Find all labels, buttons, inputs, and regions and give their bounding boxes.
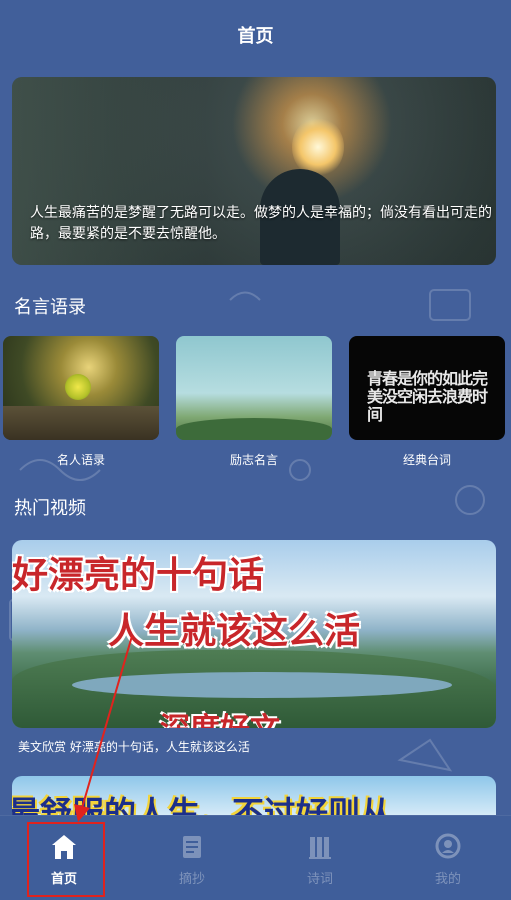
thumbnail-ground (3, 406, 159, 440)
category-label: 励志名言 (229, 453, 278, 467)
lightbulb-glow (292, 117, 344, 177)
bottom-tab-bar: 首页 摘抄 诗词 我的 (0, 815, 511, 900)
tab-label: 诗词 (306, 872, 333, 887)
video-overlay-line2: 人生就该这么活 (108, 610, 361, 652)
tab-home[interactable]: 首页 (0, 816, 128, 900)
motivational-thumbnail (176, 336, 332, 440)
category-label: 经典台词 (402, 453, 451, 467)
tab-poetry[interactable]: 诗词 (256, 816, 384, 900)
page-title: 首页 (237, 26, 274, 47)
banner-quote: 人生最痛苦的是梦醒了无路可以走。做梦的人是幸福的；倘没有看出可走的路，最要紧的是… (30, 205, 492, 242)
tab-label: 摘抄 (178, 872, 205, 887)
category-card-classic-lines[interactable]: 青春是你的如此完美没空闲去浪费时间 经典台词 (349, 336, 505, 468)
classic-lines-thumbnail: 青春是你的如此完美没空闲去浪费时间 (349, 336, 505, 440)
thumbnail-hill (176, 418, 332, 440)
app-header: 首页 (0, 0, 511, 70)
video-overlay-line1: 好漂亮的十句话 (12, 554, 265, 596)
category-card-motivational[interactable]: 励志名言 (176, 336, 332, 468)
quote-category-list: 名人语录 励志名言 青春是你的如此完美没空闲去浪费时间 经典台词 (0, 336, 511, 476)
profile-icon (435, 833, 461, 859)
tab-profile[interactable]: 我的 (384, 816, 511, 900)
home-icon (52, 835, 76, 859)
category-card-famous-quotes[interactable]: 名人语录 (3, 336, 159, 468)
video-overlay-line3: 深度好文 (160, 704, 280, 728)
tab-label: 首页 (50, 872, 77, 887)
quotes-section-title: 名言语录 (14, 297, 86, 318)
hero-banner[interactable]: 人生最痛苦的是梦醒了无路可以走。做梦的人是幸福的；倘没有看出可走的路，最要紧的是… (12, 77, 496, 265)
tab-label: 我的 (434, 872, 461, 887)
video-section-title: 热门视频 (14, 498, 86, 519)
notebook-icon (183, 836, 201, 858)
video-thumbnail[interactable]: 好漂亮的十句话 人生就该这么活 深度好文 (12, 540, 496, 728)
famous-quotes-thumbnail (3, 336, 159, 440)
thumbnail-calligraphy: 青春是你的如此完美没空闲去浪费时间 (367, 369, 488, 424)
category-label: 名人语录 (56, 453, 105, 467)
books-icon (309, 837, 331, 859)
clover-plant (65, 374, 91, 400)
video-caption: 美文欣赏 好漂亮的十句话，人生就该这么活 (18, 740, 250, 754)
tab-excerpts[interactable]: 摘抄 (128, 816, 256, 900)
video-lake (72, 672, 452, 698)
